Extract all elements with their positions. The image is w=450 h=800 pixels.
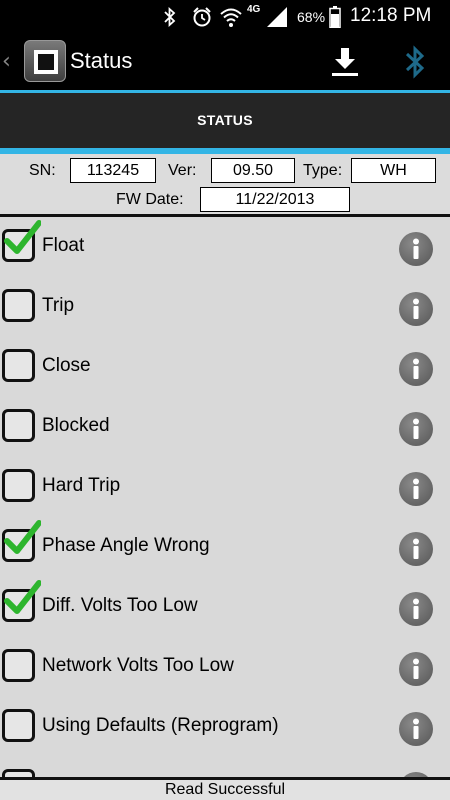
- type-label: Type:: [303, 162, 343, 179]
- status-list[interactable]: Float Trip Close Blocked Hard Trip Phase Angl…: [0, 217, 450, 777]
- status-item: Diff. Volts Too Low: [0, 577, 450, 637]
- status-checkbox[interactable]: [2, 409, 35, 442]
- status-item: Float: [0, 217, 450, 277]
- status-item: Network Volts Too Low: [0, 637, 450, 697]
- info-icon: [413, 418, 419, 439]
- signal-icon: [264, 5, 290, 29]
- back-chevron-icon[interactable]: ‹: [2, 49, 11, 74]
- status-item: [0, 757, 450, 777]
- download-button[interactable]: [328, 46, 362, 78]
- wifi-icon: [218, 5, 244, 29]
- status-item-label: Network Volts Too Low: [42, 655, 234, 676]
- status-item: Close: [0, 337, 450, 397]
- app-logo-icon[interactable]: [24, 40, 66, 82]
- download-icon: [332, 48, 358, 76]
- bluetooth-button[interactable]: [400, 44, 430, 80]
- ver-field: 09.50: [211, 158, 295, 183]
- status-checkbox[interactable]: [2, 469, 35, 502]
- status-item-label: Hard Trip: [42, 475, 121, 496]
- system-status-bar: 4G 68% 12:18 PM: [0, 0, 450, 34]
- status-checkbox[interactable]: [2, 289, 35, 322]
- ver-label: Ver:: [168, 162, 197, 179]
- alarm-icon: [190, 5, 214, 29]
- sn-label: SN:: [29, 162, 56, 179]
- sn-field: 113245: [70, 158, 156, 183]
- info-icon: [413, 598, 419, 619]
- info-icon: [413, 358, 419, 379]
- status-item: Blocked: [0, 397, 450, 457]
- info-icon: [413, 718, 419, 739]
- info-button[interactable]: [399, 472, 433, 506]
- device-info-panel: SN: 113245 Ver: 09.50 Type: WH FW Date: …: [0, 154, 450, 217]
- status-item-label: Float: [42, 235, 85, 256]
- status-item: Using Defaults (Reprogram): [0, 697, 450, 757]
- info-icon: [413, 298, 419, 319]
- checkmark-icon: [4, 520, 41, 554]
- info-button[interactable]: [399, 412, 433, 446]
- info-button[interactable]: [399, 592, 433, 626]
- status-item: Trip: [0, 277, 450, 337]
- status-checkbox[interactable]: [2, 349, 35, 382]
- battery-icon: [327, 5, 343, 29]
- info-button[interactable]: [399, 232, 433, 266]
- bluetooth-icon: [160, 5, 180, 29]
- checkmark-icon: [4, 220, 41, 254]
- clock: 12:18 PM: [350, 5, 432, 26]
- status-item-label: Blocked: [42, 415, 110, 436]
- status-message: Read Successful: [164, 781, 286, 798]
- page-title: Status: [70, 48, 133, 73]
- network-type: 4G: [247, 4, 261, 15]
- status-item-label: Close: [42, 355, 91, 376]
- status-item-label: Diff. Volts Too Low: [42, 595, 198, 616]
- status-item-label: Using Defaults (Reprogram): [42, 715, 279, 736]
- tab-status-label: STATUS: [197, 112, 253, 128]
- status-checkbox[interactable]: [2, 649, 35, 682]
- info-button[interactable]: [399, 652, 433, 686]
- info-button[interactable]: [399, 292, 433, 326]
- tab-bar: STATUS: [0, 90, 450, 154]
- battery-percent: 68%: [297, 9, 326, 25]
- status-checkbox[interactable]: [2, 769, 35, 777]
- status-item: Phase Angle Wrong: [0, 517, 450, 577]
- bluetooth-icon: [405, 45, 425, 79]
- info-button[interactable]: [399, 712, 433, 746]
- type-field: WH: [351, 158, 436, 183]
- checkmark-icon: [4, 580, 41, 614]
- status-message-bar: Read Successful: [0, 777, 450, 800]
- info-button[interactable]: [399, 352, 433, 386]
- info-button[interactable]: [399, 532, 433, 566]
- tab-status[interactable]: STATUS: [0, 93, 450, 147]
- fw-date-field: 11/22/2013: [200, 187, 350, 212]
- status-item: Hard Trip: [0, 457, 450, 517]
- status-item-label: Phase Angle Wrong: [42, 535, 210, 556]
- status-item-label: Trip: [42, 295, 75, 316]
- info-icon: [413, 658, 419, 679]
- fw-date-label: FW Date:: [116, 191, 184, 208]
- info-icon: [413, 478, 419, 499]
- info-icon: [413, 238, 419, 259]
- action-bar: ‹ Status: [0, 34, 450, 90]
- status-checkbox[interactable]: [2, 709, 35, 742]
- info-icon: [413, 538, 419, 559]
